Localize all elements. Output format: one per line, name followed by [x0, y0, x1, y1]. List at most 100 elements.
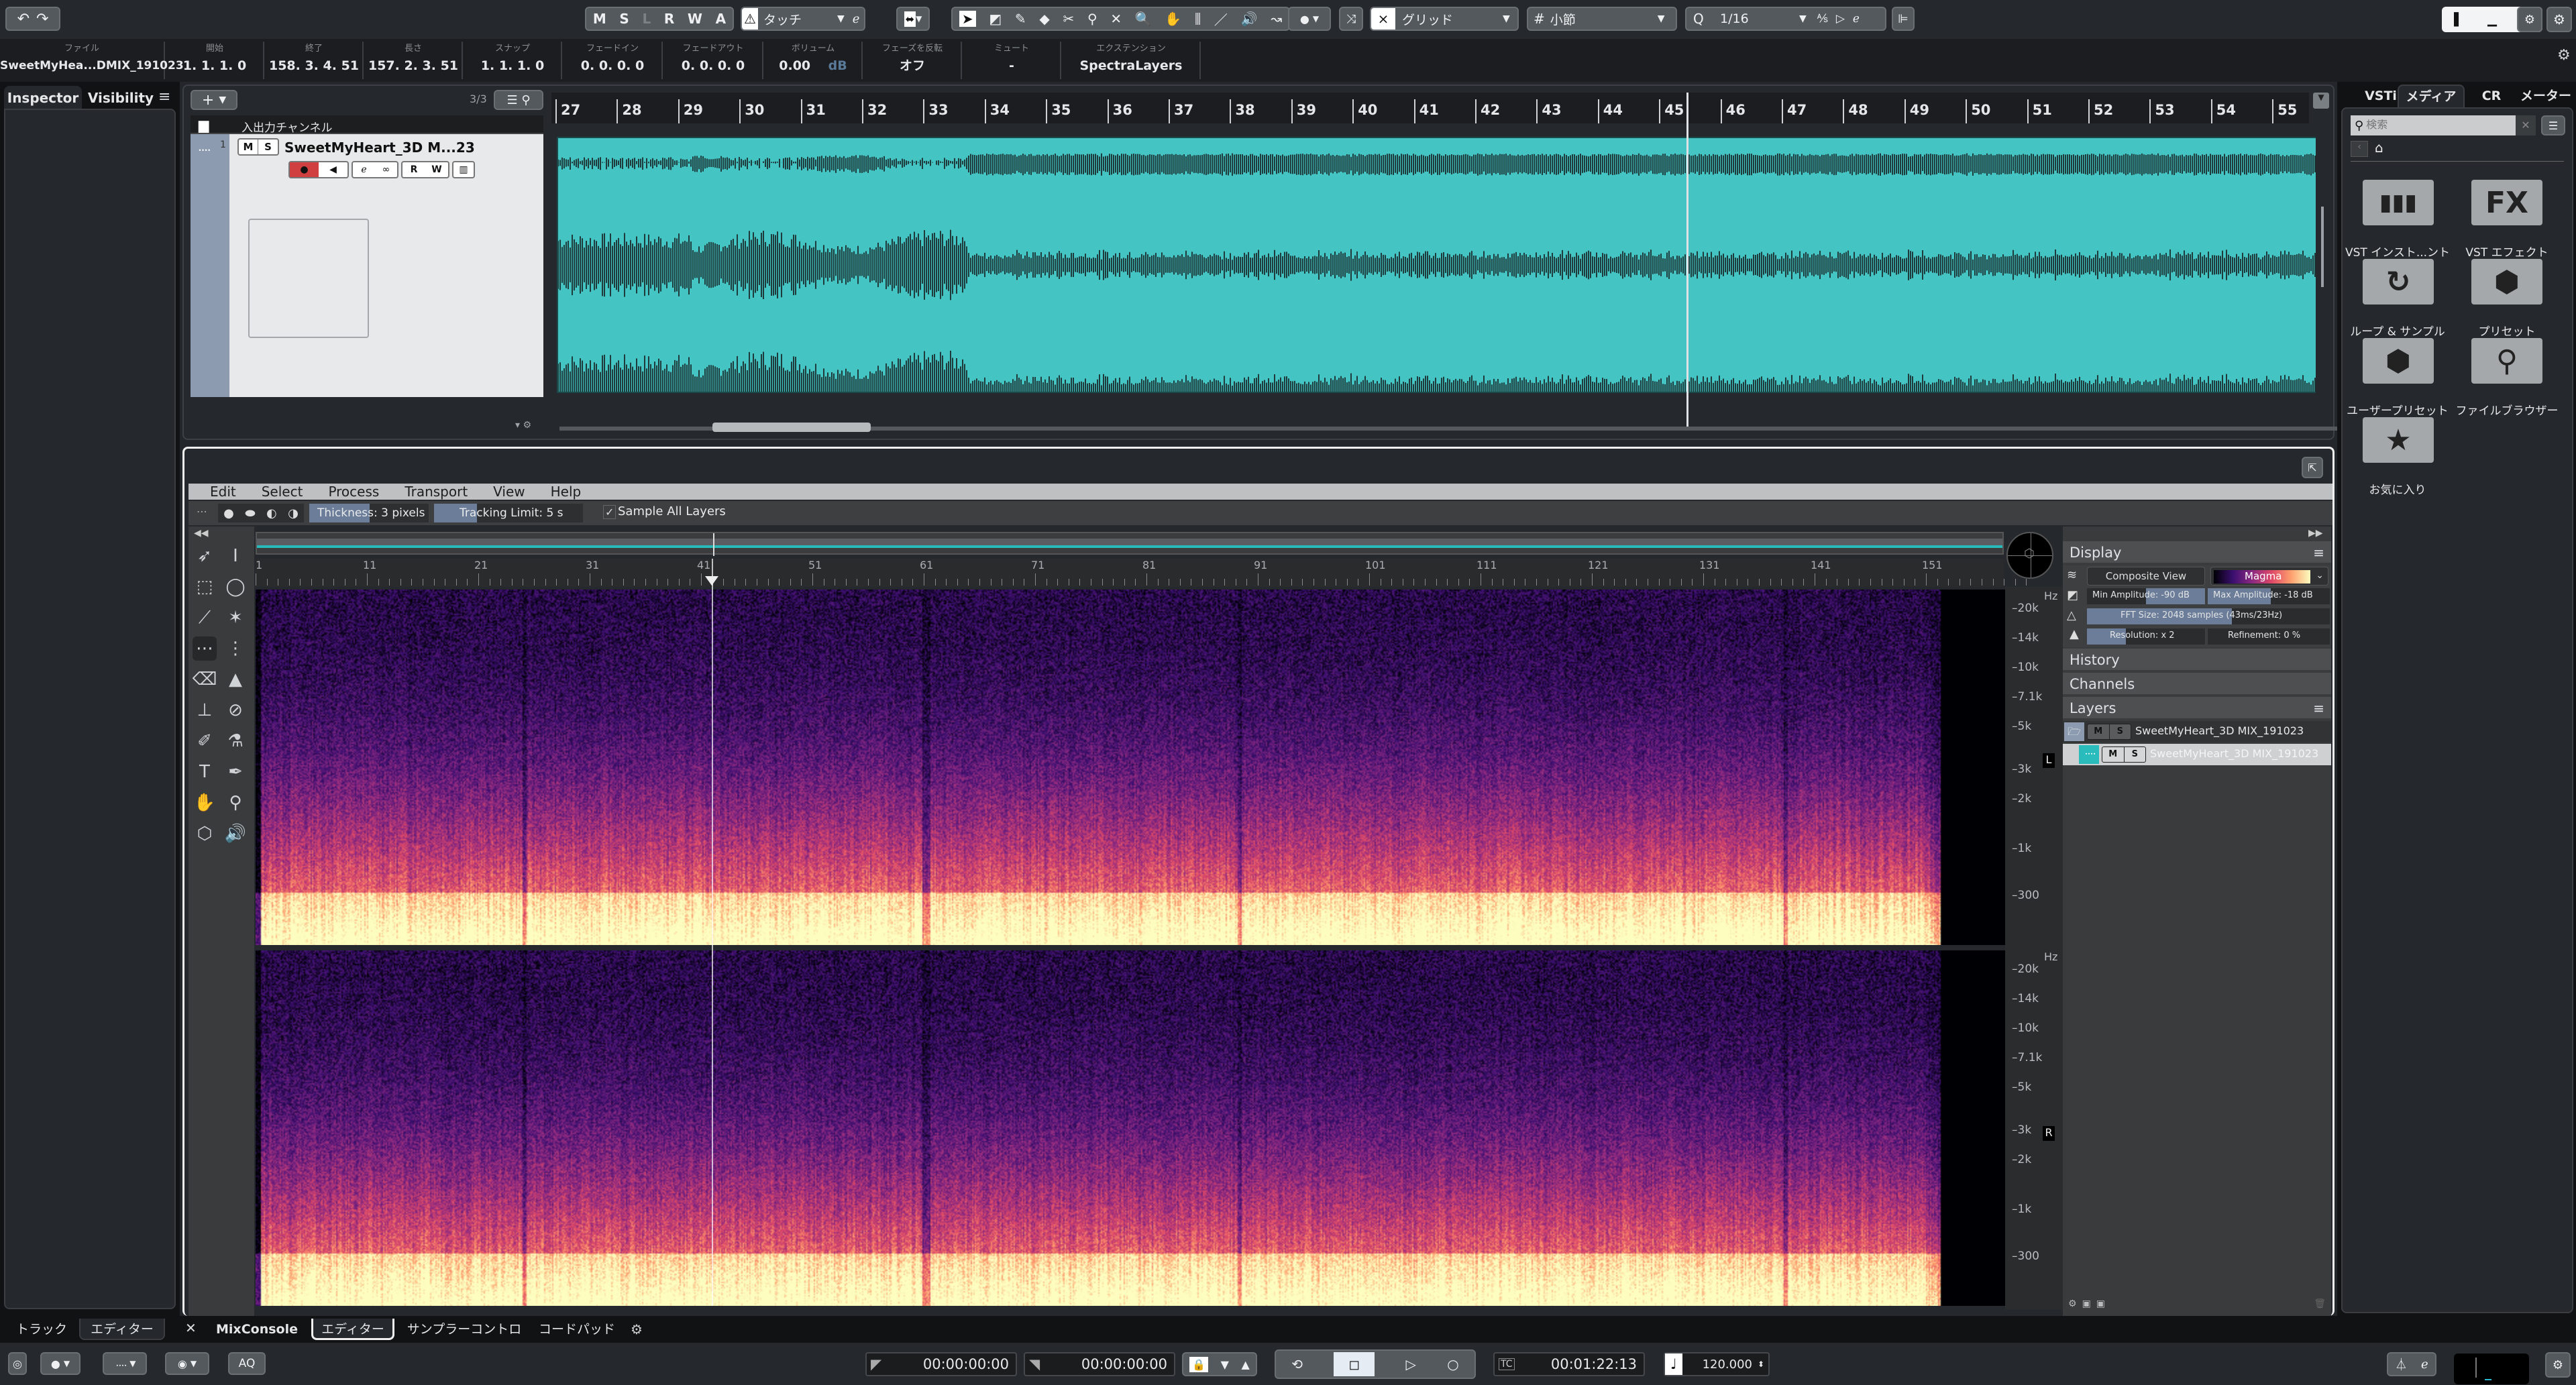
- harmonics-trace-tool-icon[interactable]: ⋯: [193, 636, 217, 661]
- right-locator[interactable]: ◥ 00:00:00:00: [1024, 1352, 1175, 1376]
- media-search[interactable]: ⚲ ✕: [2351, 115, 2536, 135]
- time-select-tool-icon[interactable]: I: [223, 544, 248, 568]
- midi-record-mode-button[interactable]: ◉ ▼: [165, 1352, 209, 1375]
- audio-event[interactable]: [557, 137, 2316, 393]
- left-zone-toggle-icon[interactable]: ▌: [2454, 13, 2463, 27]
- performance-meter[interactable]: [2454, 1353, 2529, 1384]
- punch-in-icon[interactable]: ▼: [1221, 1358, 1229, 1371]
- play-button[interactable]: ▷: [1405, 1356, 1415, 1372]
- color-button[interactable]: ● ▼: [1288, 7, 1331, 31]
- quantize-value-select[interactable]: 1/16: [1720, 11, 1799, 26]
- range-select-tool-icon[interactable]: ◩: [989, 11, 1002, 27]
- quantize-apply-button[interactable]: Q: [1693, 11, 1716, 27]
- layer-solo-button[interactable]: S: [2110, 724, 2131, 739]
- snap-on-off-button[interactable]: ⤨: [1339, 7, 1363, 31]
- ruler-menu-icon[interactable]: ▼: [2313, 93, 2329, 109]
- text-tool-icon[interactable]: T: [193, 760, 217, 784]
- lock-button[interactable]: ∞: [375, 162, 397, 177]
- folder-track[interactable]: ▆ 入出力チャンネル: [191, 115, 543, 135]
- metronome-settings-icon[interactable]: ℯ: [2421, 1358, 2428, 1372]
- read-all-button[interactable]: R: [664, 11, 674, 27]
- tracking-limit-slider[interactable]: Tracking Limit: 5 s: [434, 504, 583, 522]
- sample-all-layers-checkbox[interactable]: ✓: [603, 505, 616, 519]
- info-extension[interactable]: エクステンション SpectraLayers: [1063, 42, 1201, 79]
- warp-tool-icon[interactable]: ↝: [1271, 11, 1282, 27]
- home-icon[interactable]: ⌂: [2375, 140, 2383, 156]
- track-mute-button[interactable]: M: [239, 140, 259, 154]
- tempo-field[interactable]: ♩ 120.000 ⬍: [1664, 1352, 1770, 1376]
- info-snap[interactable]: スナップ 1. 1. 1. 0: [464, 42, 562, 79]
- grid-type-select[interactable]: # 小節 ▼: [1527, 7, 1677, 31]
- layer-delete-icon[interactable]: 🗑: [2314, 1298, 2326, 1309]
- user-presets-tile[interactable]: ⬢: [2363, 338, 2434, 384]
- track-height-icon[interactable]: ▾ ⚙: [515, 420, 531, 431]
- menu-transport[interactable]: Transport: [405, 484, 468, 500]
- min-amplitude-slider[interactable]: Min Amplitude: -90 dB: [2087, 588, 2205, 604]
- mute-tool-icon[interactable]: ✕: [1110, 11, 1122, 27]
- brush-select-tool-icon[interactable]: ⟋: [193, 606, 217, 630]
- track-name[interactable]: SweetMyHeart_3D M...23: [284, 140, 475, 156]
- info-fade-out[interactable]: フェードアウト 0. 0. 0. 0: [664, 42, 763, 79]
- mode-single-icon[interactable]: ●: [223, 506, 234, 520]
- zoom-tool-icon[interactable]: ⚲: [223, 791, 248, 815]
- automation-panel-button[interactable]: A: [716, 11, 726, 27]
- tempo-stepper-icon[interactable]: ⬍: [1758, 1360, 1764, 1369]
- clone-stamp-tool-icon[interactable]: ⊥: [193, 698, 217, 722]
- transport-settings-button[interactable]: ⚙: [2545, 1352, 2571, 1378]
- view-navigator[interactable]: ⬡: [2006, 532, 2053, 579]
- lanes-button[interactable]: ▥: [452, 161, 475, 178]
- magic-wand-tool-icon[interactable]: ✶: [223, 606, 248, 630]
- object-select-tool-icon[interactable]: ➤: [959, 11, 976, 27]
- edit-channel-button[interactable]: ℯ: [353, 162, 375, 177]
- info-length[interactable]: 長さ 157. 2. 3. 51: [365, 42, 463, 79]
- record-button[interactable]: ○: [1447, 1356, 1458, 1372]
- layers-menu-icon[interactable]: ≡: [2313, 697, 2324, 720]
- menu-process[interactable]: Process: [328, 484, 379, 500]
- info-end[interactable]: 終了 158. 3. 4. 51: [266, 42, 364, 79]
- search-icon[interactable]: ⚲: [521, 93, 530, 107]
- layers-panel-header[interactable]: Layers ≡: [2063, 697, 2331, 720]
- audio-track[interactable]: ᠁ 1 M S SweetMyHeart_3D M...23 ● ◀ ℯ ∞ R…: [191, 135, 543, 397]
- quantize-settings-icon[interactable]: ℯ: [1853, 12, 1860, 25]
- activate-project-button[interactable]: ◎: [8, 1352, 27, 1375]
- playhead-marker[interactable]: [705, 576, 718, 586]
- draw-tool-icon[interactable]: ✎: [1015, 11, 1026, 27]
- mode-split-icon[interactable]: ◑: [288, 506, 299, 520]
- tab-track[interactable]: トラック: [8, 1319, 75, 1340]
- lower-zone-settings-icon[interactable]: ⚙: [631, 1321, 643, 1337]
- layer-mute-button[interactable]: M: [2102, 747, 2125, 762]
- vertical-scrollbar[interactable]: [2321, 207, 2324, 287]
- metronome-icon[interactable]: ⏃: [2395, 1355, 2407, 1373]
- spectral-timeline[interactable]: 1 11 21 31 41 51 61 71 81 91 101 111 121 131 141 151: [256, 559, 2027, 587]
- thickness-slider[interactable]: Thickness: 3 pixels: [309, 504, 429, 522]
- monitor-button[interactable]: ◀: [319, 162, 347, 177]
- track-picture-slot[interactable]: [248, 219, 369, 338]
- lasso-tool-icon[interactable]: ◯: [223, 575, 248, 599]
- iterative-quantize-icon[interactable]: ⅍: [1817, 12, 1828, 25]
- play-tool-icon[interactable]: 🔊: [223, 822, 248, 846]
- channels-panel-header[interactable]: Channels: [2063, 673, 2331, 696]
- tab-inspector[interactable]: Inspector: [4, 86, 82, 110]
- project-cursor[interactable]: [1686, 93, 1688, 428]
- redo-icon[interactable]: ↷: [36, 11, 48, 27]
- automation-mode-select[interactable]: ⚠ タッチ ▼ ℯ: [741, 7, 865, 31]
- record-enable-button[interactable]: ●: [290, 162, 319, 177]
- playhead[interactable]: [712, 559, 713, 1306]
- record-mode-button[interactable]: ● ▼: [40, 1352, 80, 1375]
- infoline-settings-icon[interactable]: ⚙: [2557, 47, 2571, 64]
- lower-zone-toggle-icon[interactable]: ▁: [2487, 13, 2497, 27]
- tab-chord-pads[interactable]: コードパッド: [537, 1319, 617, 1340]
- amplitude-tool-icon[interactable]: ▲: [223, 667, 248, 691]
- erase-tool-icon[interactable]: ◆: [1039, 11, 1049, 27]
- window-layout-settings-button[interactable]: ⚙: [2517, 7, 2542, 32]
- layer-solo-button[interactable]: S: [2125, 747, 2146, 762]
- zoom-tool-icon[interactable]: 🔍: [1135, 11, 1152, 27]
- colormap-select[interactable]: Magma ⌄: [2210, 567, 2328, 586]
- layer-row[interactable]: 🗁 M S SweetMyHeart_3D MIX_191023: [2063, 721, 2331, 742]
- composite-view-button[interactable]: Composite View: [2087, 567, 2205, 586]
- left-locator[interactable]: ◤ 00:00:00:00: [865, 1352, 1017, 1376]
- menu-icon[interactable]: ≡: [158, 89, 170, 105]
- close-lower-zone-icon[interactable]: ✕: [185, 1320, 197, 1336]
- info-file[interactable]: ファイル SweetMyHea...DMIX_191023: [0, 42, 184, 79]
- stop-button[interactable]: ◻: [1334, 1352, 1375, 1376]
